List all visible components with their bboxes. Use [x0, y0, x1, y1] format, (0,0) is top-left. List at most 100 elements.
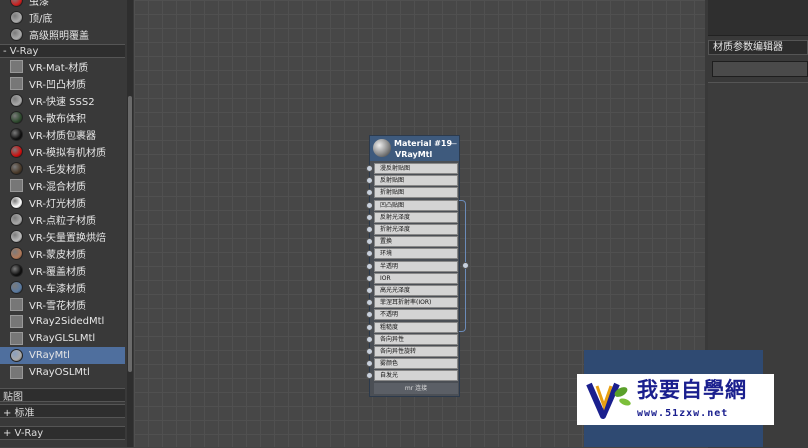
- material-list-item[interactable]: 虫漆: [0, 0, 125, 9]
- material-list-item[interactable]: VR-雪花材质: [0, 296, 125, 313]
- material-sphere-icon: [10, 0, 23, 7]
- input-port[interactable]: [366, 226, 373, 233]
- material-list-item[interactable]: VR-矢量置换烘焙: [0, 228, 125, 245]
- material-label: VR-灯光材质: [29, 199, 86, 210]
- watermark-brand: 我要自學網: [637, 378, 747, 402]
- panel-top-area: [708, 0, 808, 36]
- input-port[interactable]: [366, 335, 373, 343]
- group-header-standard[interactable]: + 标准: [0, 404, 125, 419]
- node-input-slot[interactable]: IOR: [374, 272, 458, 284]
- input-port[interactable]: [366, 201, 373, 209]
- material-list-item[interactable]: VR-灯光材质: [0, 194, 125, 211]
- material-sphere-icon: [10, 213, 23, 226]
- input-port[interactable]: [366, 372, 373, 380]
- input-port[interactable]: [366, 238, 373, 246]
- material-label: VR-混合材质: [29, 182, 86, 193]
- input-port[interactable]: [366, 262, 373, 270]
- material-label: VR-材质包裹器: [29, 131, 96, 142]
- node-input-slot[interactable]: 各向异性: [374, 333, 458, 345]
- material-swatch-square-icon: [10, 77, 23, 90]
- material-label: VR-毛发材质: [29, 165, 86, 176]
- material-list-item[interactable]: VR-点粒子材质: [0, 211, 125, 228]
- material-sphere-icon: [10, 162, 23, 175]
- material-swatch-square-icon: [10, 332, 23, 345]
- input-port[interactable]: [366, 299, 373, 307]
- node-footer[interactable]: mr 连接: [374, 383, 458, 394]
- node-input-slot[interactable]: 雾颜色: [374, 358, 458, 370]
- input-port[interactable]: [366, 348, 373, 355]
- group-header-vray[interactable]: - V-Ray: [0, 44, 125, 58]
- group-header-vray-maps[interactable]: + V-Ray: [0, 426, 125, 440]
- browser-scrollbar-thumb[interactable]: [128, 96, 132, 372]
- material-node[interactable]: Material #19 VRayMtl — 漫反射贴图 反射贴图 折射贴图 凹凸贴图…: [366, 135, 460, 397]
- node-input-slot[interactable]: 漫反射贴图: [374, 163, 458, 174]
- node-input-slot[interactable]: 凹凸贴图: [374, 199, 458, 211]
- material-label: VR-覆盖材质: [29, 267, 86, 278]
- collapse-icon[interactable]: —: [449, 139, 457, 148]
- material-swatch-square-icon: [10, 179, 23, 192]
- input-port[interactable]: [366, 250, 373, 258]
- input-port[interactable]: [366, 274, 373, 282]
- node-input-slot[interactable]: 粗糙度: [374, 321, 458, 333]
- node-input-slot[interactable]: 菲涅耳折射率(IOR): [374, 297, 458, 309]
- node-input-slot[interactable]: 折射光泽度: [374, 224, 458, 235]
- node-input-slot[interactable]: 环境: [374, 248, 458, 260]
- material-list-item[interactable]: VR-Mat-材质: [0, 58, 125, 75]
- material-list-item[interactable]: 顶/底: [0, 9, 125, 26]
- node-header[interactable]: Material #19 VRayMtl —: [370, 136, 459, 161]
- input-port[interactable]: [366, 189, 373, 197]
- material-sphere-icon: [10, 145, 23, 158]
- input-port[interactable]: [366, 165, 373, 172]
- input-port[interactable]: [366, 323, 373, 331]
- material-label: 虫漆: [29, 0, 49, 8]
- material-label: VR-车漆材质: [29, 284, 86, 295]
- material-list-item[interactable]: VRayMtl: [0, 347, 125, 364]
- node-input-slot[interactable]: 折射贴图: [374, 187, 458, 199]
- node-title: Material #19: [394, 139, 453, 148]
- node-input-slot[interactable]: 半透明: [374, 260, 458, 272]
- material-label: VRayMtl: [29, 350, 70, 361]
- node-input-slot[interactable]: 自发光: [374, 370, 458, 382]
- material-label: VR-快速 SSS2: [29, 97, 95, 108]
- material-label: VRay2SidedMtl: [29, 316, 105, 327]
- material-list-item[interactable]: VR-快速 SSS2: [0, 92, 125, 109]
- node-input-slot[interactable]: 各向异性旋转: [374, 346, 458, 357]
- parameter-field[interactable]: [712, 61, 808, 77]
- material-list-item[interactable]: VR-模拟有机材质: [0, 143, 125, 160]
- material-list-item[interactable]: VRay2SidedMtl: [0, 313, 125, 330]
- material-sphere-icon: [10, 196, 23, 209]
- material-label: VR-Mat-材质: [29, 63, 89, 74]
- material-list-item[interactable]: VR-车漆材质: [0, 279, 125, 296]
- material-list-item[interactable]: VR-混合材质: [0, 177, 125, 194]
- node-input-slot[interactable]: 反射光泽度: [374, 211, 458, 223]
- panel-title: 材质参数编辑器: [708, 40, 808, 55]
- input-port[interactable]: [366, 311, 373, 319]
- material-label: VR-点粒子材质: [29, 216, 96, 227]
- node-input-slot[interactable]: 反射贴图: [374, 175, 458, 187]
- material-list-item[interactable]: VR-散布体积: [0, 109, 125, 126]
- material-list-item[interactable]: VR-材质包裹器: [0, 126, 125, 143]
- material-swatch-square-icon: [10, 298, 23, 311]
- input-port[interactable]: [366, 177, 373, 185]
- material-list-item[interactable]: VR-凹凸材质: [0, 75, 125, 92]
- group-header-maps[interactable]: 贴图: [0, 388, 125, 403]
- material-label: VR-凹凸材质: [29, 80, 86, 91]
- node-type: VRayMtl: [395, 150, 433, 159]
- node-input-slot[interactable]: 高光光泽度: [374, 285, 458, 296]
- material-list-item[interactable]: 高级照明覆盖: [0, 26, 125, 43]
- material-list-item[interactable]: VRayOSLMtl: [0, 364, 125, 381]
- input-port[interactable]: [366, 287, 373, 294]
- material-list-item[interactable]: VR-蒙皮材质: [0, 245, 125, 262]
- material-list-item[interactable]: VRayGLSLMtl: [0, 330, 125, 347]
- node-input-slot[interactable]: 不透明: [374, 309, 458, 321]
- output-port[interactable]: [462, 262, 469, 269]
- material-list-item[interactable]: VR-覆盖材质: [0, 262, 125, 279]
- material-swatch-square-icon: [10, 60, 23, 73]
- node-input-slot[interactable]: 置换: [374, 236, 458, 248]
- input-port[interactable]: [366, 360, 373, 368]
- input-port[interactable]: [366, 213, 373, 221]
- material-label: VR-模拟有机材质: [29, 148, 106, 159]
- material-list-item[interactable]: VR-毛发材质: [0, 160, 125, 177]
- material-label: VR-散布体积: [29, 114, 86, 125]
- material-sphere-icon: [10, 281, 23, 294]
